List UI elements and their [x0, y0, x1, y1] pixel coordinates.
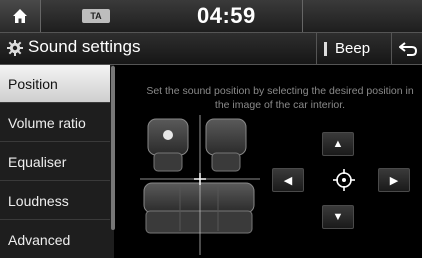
sound-settings-screen: TA 04:59 Sound settings Beep Position Vo…	[0, 0, 422, 258]
menu-item-equaliser[interactable]: Equaliser	[0, 143, 110, 181]
center-position-button[interactable]	[330, 166, 358, 194]
instruction-text: Set the sound position by selecting the …	[146, 85, 414, 111]
triangle-up-icon: ▲	[332, 138, 344, 150]
menu-item-volume-ratio[interactable]: Volume ratio	[0, 104, 110, 142]
triangle-right-icon: ▶	[389, 174, 399, 187]
beep-button[interactable]: Beep	[316, 33, 391, 64]
move-up-button[interactable]: ▲	[322, 132, 354, 156]
page-title: Sound settings	[28, 37, 141, 56]
front-right-seat	[205, 118, 247, 172]
clock: 04:59	[197, 3, 256, 28]
back-button[interactable]	[391, 33, 422, 64]
beep-label: Beep	[335, 40, 371, 57]
gear-icon	[7, 40, 23, 56]
home-button[interactable]	[0, 0, 41, 32]
status-bar: TA 04:59	[0, 0, 422, 33]
listener-head-indicator	[163, 130, 173, 140]
title-bar: Sound settings Beep	[0, 33, 422, 65]
crosshair-icon	[333, 169, 355, 191]
front-left-seat	[147, 118, 189, 172]
triangle-down-icon: ▼	[332, 211, 344, 223]
car-interior-image[interactable]	[140, 115, 260, 255]
back-arrow-icon	[398, 41, 417, 56]
move-left-button[interactable]: ◀	[272, 168, 304, 192]
move-down-button[interactable]: ▼	[322, 205, 354, 229]
side-menu: Position Volume ratio Equaliser Loudness…	[0, 65, 114, 258]
home-icon	[13, 9, 27, 23]
rear-bench-seat	[143, 182, 255, 234]
ta-badge: TA	[82, 9, 110, 23]
menu-item-position[interactable]: Position	[0, 65, 110, 103]
menu-item-loudness[interactable]: Loudness	[0, 182, 110, 220]
beep-indicator	[324, 41, 327, 56]
status-bar-divider	[302, 0, 303, 32]
menu-scrollbar[interactable]	[111, 66, 115, 230]
move-right-button[interactable]: ▶	[378, 168, 410, 192]
triangle-left-icon: ◀	[283, 174, 293, 187]
menu-item-advanced[interactable]: Advanced	[0, 221, 110, 258]
